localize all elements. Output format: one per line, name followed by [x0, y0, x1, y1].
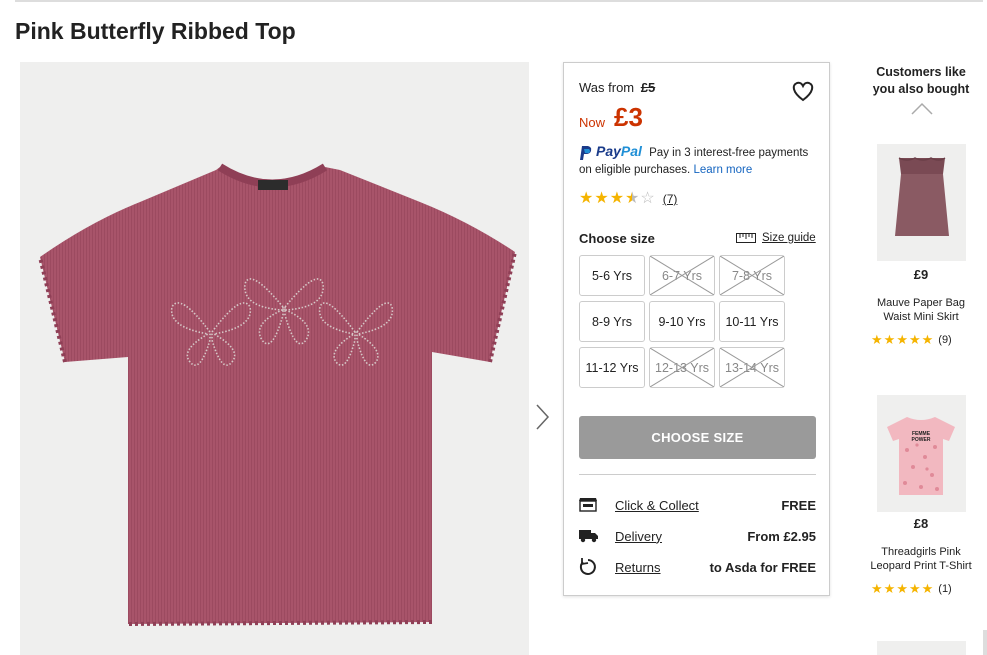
paypal-banner: PayPal Pay in 3 interest-free payments o…	[579, 143, 824, 179]
divider	[579, 474, 816, 475]
leopard-tshirt-image[interactable]: FEMME POWER	[877, 395, 966, 512]
unavailable-cross-icon	[650, 348, 714, 387]
tshirt-image	[38, 163, 517, 626]
recommendation-name[interactable]: Mauve Paper Bag Waist Mini Skirt	[853, 296, 987, 324]
size-option: 7-8 Yrs	[719, 255, 785, 296]
click-collect-value: FREE	[781, 497, 816, 513]
recommendation-name[interactable]: Threadgirls Pink Leopard Print T-Shirt	[853, 545, 987, 573]
star-icon: ★	[883, 581, 896, 596]
size-option[interactable]: 9-10 Yrs	[649, 301, 715, 342]
star-icon: ★	[896, 332, 908, 347]
delivery-row: Delivery From £2.95	[579, 526, 816, 546]
star-icon: ★	[908, 581, 921, 596]
size-option: 12-13 Yrs	[649, 347, 715, 388]
star-icon: ★	[594, 190, 609, 207]
truck-icon	[579, 527, 601, 545]
print-text-power: POWER	[912, 437, 931, 443]
size-option[interactable]: 11-12 Yrs	[579, 347, 645, 388]
product-rating: ★ ★ ★ ★ ☆ (7)	[579, 191, 677, 207]
star-icon: ★	[871, 332, 883, 347]
recommendation-review-count: (9)	[938, 333, 952, 346]
click-collect-link[interactable]: Click & Collect	[615, 498, 781, 513]
review-count-link[interactable]: (7)	[663, 192, 678, 206]
size-option-label: 8-9 Yrs	[591, 314, 633, 329]
size-guide-link[interactable]: Size guide	[736, 232, 816, 244]
star-icon: ★	[896, 581, 908, 596]
half-star-icon: ★	[625, 190, 640, 207]
size-option: 6-7 Yrs	[649, 255, 715, 296]
was-label: Was from	[579, 80, 635, 95]
returns-row: Returns to Asda for FREE	[579, 557, 816, 577]
now-label: Now	[579, 115, 606, 130]
star-icon: ★	[871, 581, 883, 596]
recommendation-rating: ★ ★ ★ ★ ★ (9)	[871, 333, 952, 346]
skirt-image[interactable]	[877, 144, 966, 261]
size-option-label: 9-10 Yrs	[658, 314, 706, 329]
top-divider	[15, 0, 983, 2]
buy-box: Was from £5 Now £3 PayPal Pay in 3 inter…	[563, 62, 830, 596]
size-option: 13-14 Yrs	[719, 347, 785, 388]
size-option[interactable]: 8-9 Yrs	[579, 301, 645, 342]
delivery-link[interactable]: Delivery	[615, 529, 747, 544]
heart-icon[interactable]	[790, 79, 816, 103]
star-icon: ★	[921, 581, 934, 596]
unavailable-cross-icon	[720, 256, 784, 295]
size-option[interactable]: 10-11 Yrs	[719, 301, 785, 342]
page-title: Pink Butterfly Ribbed Top	[15, 18, 296, 44]
scrollbar[interactable]	[983, 630, 987, 655]
unavailable-cross-icon	[650, 256, 714, 295]
chevron-up-icon[interactable]	[911, 102, 933, 116]
star-icon: ★	[921, 332, 934, 347]
size-options: 5-6 Yrs 6-7 Yrs7-8 Yrs 8-9 Yrs 9-10 Yrs 10-1…	[579, 255, 787, 388]
returns-icon	[579, 558, 601, 576]
recommendation-review-count: (1)	[938, 582, 952, 595]
next-image-arrow-icon[interactable]	[533, 402, 551, 432]
size-option-label: 11-12 Yrs	[585, 360, 639, 375]
size-option-label: 10-11 Yrs	[725, 314, 779, 329]
recommendation-price: £9	[913, 267, 929, 282]
recommendations-panel: Customers like you also bought £9 Mauve …	[853, 62, 987, 655]
recommendation-thumbnail-partial[interactable]	[877, 641, 966, 655]
choose-size-label: Choose size	[579, 231, 655, 246]
star-icon: ★	[883, 332, 896, 347]
delivery-value: From £2.95	[747, 528, 816, 544]
ruler-icon	[736, 233, 756, 243]
product-image-gallery[interactable]	[20, 62, 529, 655]
star-icon: ★	[579, 190, 594, 207]
size-option-label: 5-6 Yrs	[591, 268, 633, 283]
recommendation-price: £8	[913, 516, 929, 531]
was-value: £5	[640, 80, 656, 95]
now-price: £3	[614, 102, 643, 132]
paypal-icon	[580, 145, 592, 160]
choose-size-button[interactable]: CHOOSE SIZE	[579, 416, 816, 459]
unavailable-cross-icon	[720, 348, 784, 387]
recommendations-title: Customers like you also bought	[872, 65, 970, 96]
returns-value: to Asda for FREE	[709, 559, 816, 575]
learn-more-link[interactable]: Learn more	[693, 164, 752, 176]
paypal-logo-text: PayPal	[596, 143, 642, 159]
store-icon	[579, 496, 601, 514]
star-icon: ★	[908, 332, 921, 347]
click-collect-row: Click & Collect FREE	[579, 495, 816, 515]
size-option[interactable]: 5-6 Yrs	[579, 255, 645, 296]
was-price: Was from £5	[579, 80, 655, 95]
returns-link[interactable]: Returns	[615, 560, 710, 575]
empty-star-icon: ☆	[640, 190, 655, 207]
recommendation-rating: ★ ★ ★ ★ ★ (1)	[871, 582, 952, 595]
star-icon: ★	[609, 190, 625, 207]
